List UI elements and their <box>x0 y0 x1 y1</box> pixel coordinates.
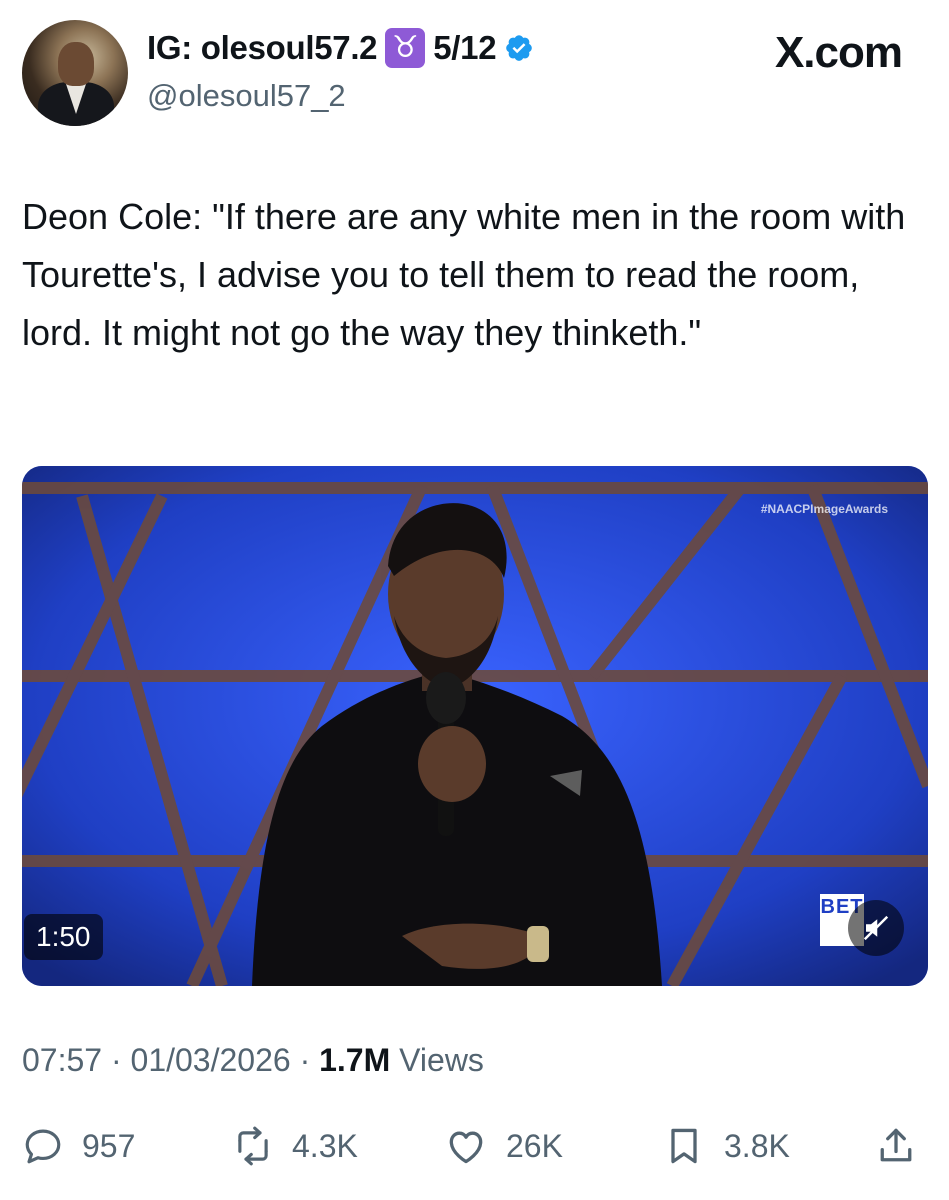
speaker-figure <box>252 503 662 986</box>
share-button[interactable] <box>874 1118 918 1174</box>
like-icon <box>449 1131 483 1164</box>
tweet-screenshot: IG: olesoul57.2 ♉ 5/12 @olesoul57_2 X.co… <box>0 0 949 1200</box>
views-label: Views <box>399 1042 484 1078</box>
repost-count: 4.3K <box>292 1127 358 1164</box>
taurus-icon: ♉ <box>385 28 426 68</box>
meta-separator: · <box>299 1042 311 1078</box>
like-count: 26K <box>506 1127 563 1164</box>
event-hashtag: #NAACPImageAwards <box>760 502 888 516</box>
author-handle[interactable]: @olesoul57_2 <box>147 78 346 114</box>
speaker-muted-icon <box>863 915 889 941</box>
tweet-date[interactable]: 01/03/2026 <box>131 1042 291 1078</box>
video-player[interactable]: #NAACPImageAwards BET <box>22 466 928 986</box>
verified-badge-icon <box>504 33 534 63</box>
author-name-row[interactable]: IG: olesoul57.2 ♉ 5/12 <box>147 28 534 68</box>
video-duration: 1:50 <box>24 914 103 960</box>
site-label: X.com <box>774 28 903 77</box>
reply-button[interactable]: 957 <box>22 1118 135 1174</box>
meta-separator: · <box>110 1042 122 1078</box>
repost-icon <box>238 1126 268 1166</box>
mute-button[interactable] <box>848 900 904 956</box>
action-bar: 957 4.3K 26K 3.8K <box>22 1118 922 1174</box>
bookmark-button[interactable]: 3.8K <box>662 1118 790 1174</box>
reply-count: 957 <box>82 1127 136 1164</box>
bookmark-count: 3.8K <box>724 1127 790 1164</box>
tweet-meta: 07:57 · 01/03/2026 · 1.7M Views <box>22 1042 484 1079</box>
avatar-face <box>58 42 94 86</box>
like-button[interactable]: 26K <box>444 1118 563 1174</box>
repost-button[interactable]: 4.3K <box>232 1118 358 1174</box>
reply-icon <box>25 1129 61 1164</box>
name-suffix: 5/12 <box>433 29 497 66</box>
display-name[interactable]: IG: olesoul57.2 <box>147 29 378 67</box>
tweet-text: Deon Cole: "If there are any white men i… <box>22 196 906 353</box>
avatar[interactable] <box>22 20 128 126</box>
share-icon <box>880 1128 912 1162</box>
bookmark-icon <box>671 1128 697 1164</box>
tweet-time[interactable]: 07:57 <box>22 1042 102 1078</box>
views-count: 1.7M <box>319 1042 391 1078</box>
